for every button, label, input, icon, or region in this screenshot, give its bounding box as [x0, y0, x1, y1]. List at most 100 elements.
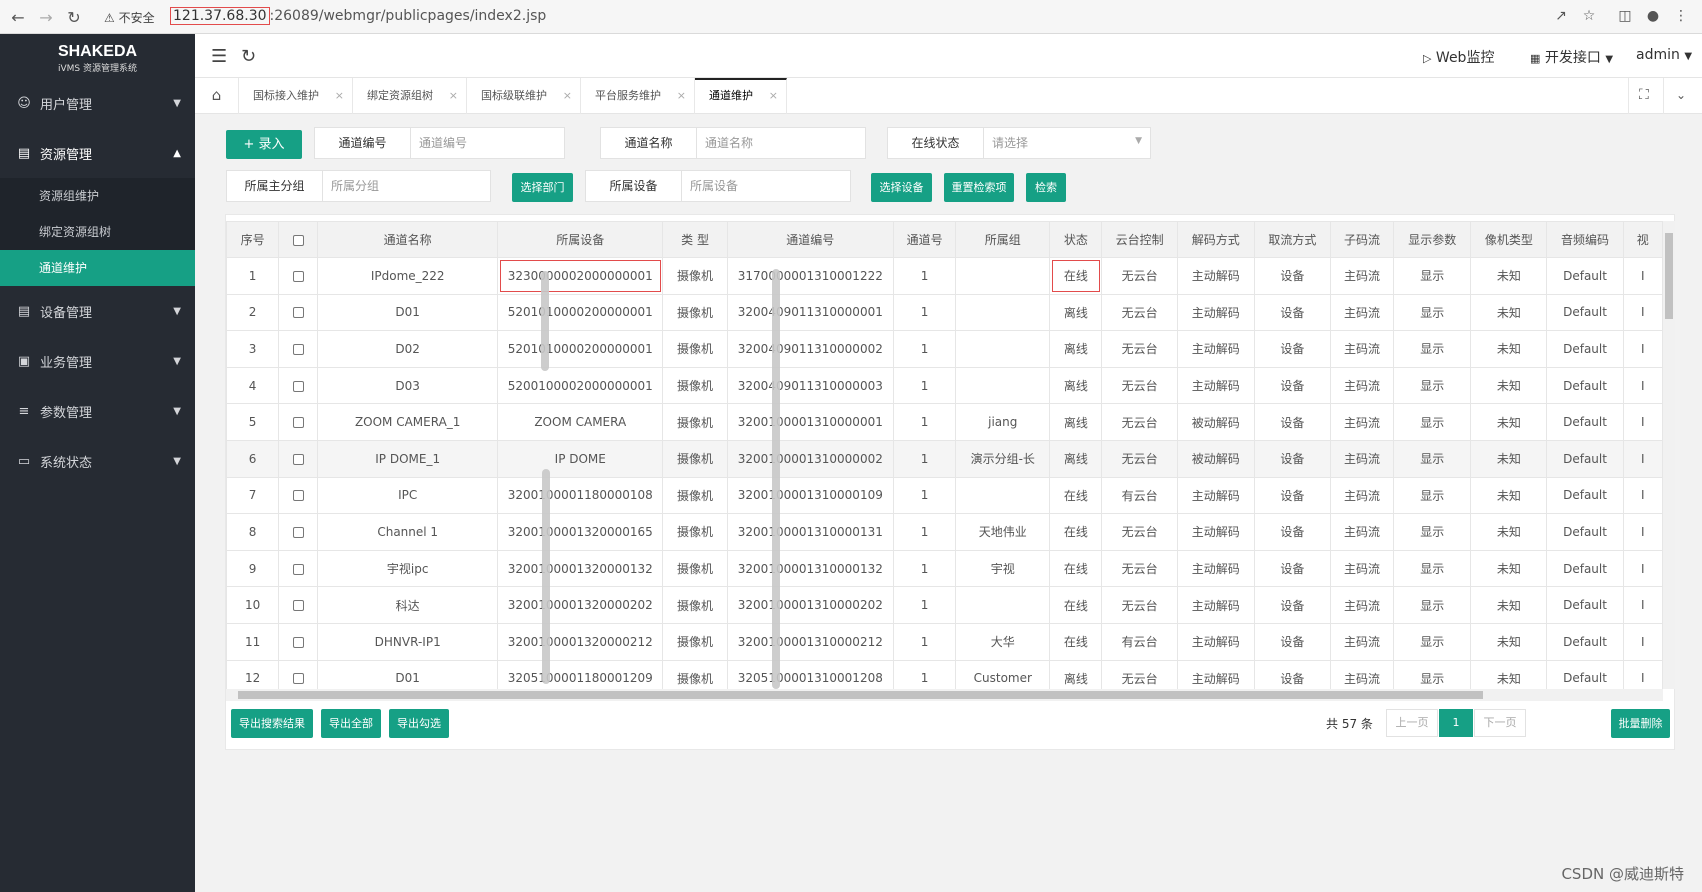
scroll-thumb[interactable]: [1665, 233, 1673, 319]
refresh-icon[interactable]: ↻: [241, 46, 256, 67]
checkbox[interactable]: [292, 526, 304, 538]
chevron-down-icon[interactable]: ⌄: [1664, 78, 1702, 114]
row-checkbox[interactable]: [278, 330, 319, 368]
fullscreen-icon[interactable]: ⛶: [1628, 78, 1664, 114]
table-row[interactable]: 6 IP DOME_1 IP DOME 摄像机 3200100001310000002 1…: [226, 439, 1663, 478]
checkbox[interactable]: [292, 380, 304, 392]
channel-name-input[interactable]: 通道名称: [697, 128, 865, 158]
close-icon[interactable]: ×: [449, 78, 458, 113]
arrow-left-icon[interactable]: ←: [8, 7, 28, 27]
reset-button[interactable]: 重置检索项: [944, 173, 1014, 202]
table-row[interactable]: 7 IPC 3200100001180000108 摄像机 32001000013100…: [226, 476, 1663, 515]
table-row[interactable]: 11 DHNVR-IP1 3200100001320000212 摄像机 3200100…: [226, 622, 1663, 661]
table-row[interactable]: 4 D03 5200100002000000001 摄像机 32004090113100…: [226, 366, 1663, 405]
checkbox[interactable]: [292, 343, 304, 355]
close-icon[interactable]: ×: [677, 78, 686, 113]
vertical-scrollbar[interactable]: [1663, 221, 1675, 689]
row-checkbox[interactable]: [278, 476, 319, 515]
channel-no-input[interactable]: 通道编号: [411, 128, 564, 158]
select-all-checkbox[interactable]: [278, 221, 319, 258]
row-checkbox[interactable]: [278, 366, 319, 405]
checkbox[interactable]: [292, 417, 304, 429]
close-icon[interactable]: ×: [769, 80, 778, 111]
tab-channel[interactable]: 通道维护 ×: [695, 78, 787, 114]
checkbox[interactable]: [292, 490, 304, 502]
batch-delete-button[interactable]: 批量删除: [1611, 709, 1670, 738]
row-checkbox[interactable]: [278, 586, 319, 624]
online-status-select[interactable]: 请选择: [984, 128, 1150, 158]
group-input[interactable]: 所属分组: [323, 171, 490, 201]
table-row[interactable]: 9 宇视ipc 3200100001320000132 摄像机 320010000131…: [226, 549, 1663, 588]
table-cell: 3200409011310000001: [726, 293, 895, 332]
table-row[interactable]: 1 IPdome_222 3230000002000000001 摄像机 3170000…: [226, 257, 1663, 295]
address-bar[interactable]: 121.37.68.30:26089/webmgr/publicpages/in…: [170, 7, 546, 25]
add-button[interactable]: + 录入: [226, 130, 302, 159]
sidepanel-icon[interactable]: ◫: [1616, 8, 1634, 26]
select-device-button[interactable]: 选择设备: [871, 173, 932, 202]
select-dept-button[interactable]: 选择部门: [512, 173, 573, 202]
tab-bind-tree[interactable]: 绑定资源组树 ×: [353, 78, 467, 114]
search-button[interactable]: 检索: [1026, 173, 1066, 202]
export-checked-button[interactable]: 导出勾选: [389, 709, 449, 738]
reload-icon[interactable]: ↻: [64, 7, 84, 27]
more-icon[interactable]: ⋮: [1672, 8, 1690, 26]
checkbox[interactable]: [292, 563, 304, 575]
export-all-button[interactable]: 导出全部: [321, 709, 381, 738]
menu-icon[interactable]: ☰: [211, 46, 227, 67]
home-icon[interactable]: ⌂: [195, 78, 239, 114]
row-checkbox[interactable]: [278, 622, 319, 661]
horizontal-scrollbar[interactable]: [226, 689, 1663, 701]
row-checkbox[interactable]: [278, 403, 319, 441]
sidebar-item-params[interactable]: ≡ 参数管理 ▼: [0, 386, 195, 436]
sidebar-item-user[interactable]: ☺ 用户管理 ▼: [0, 78, 195, 128]
checkbox[interactable]: [292, 636, 304, 648]
checkbox[interactable]: [292, 673, 304, 685]
sidebar-sub-channel[interactable]: 通道维护: [0, 250, 195, 286]
checkbox[interactable]: [292, 600, 304, 612]
table-row[interactable]: 5 ZOOM CAMERA_1 ZOOM CAMERA 摄像机 320010000131…: [226, 403, 1663, 441]
row-checkbox[interactable]: [278, 513, 319, 551]
table-cell: 未知: [1470, 257, 1548, 295]
tab-platform-service[interactable]: 平台服务维护 ×: [581, 78, 695, 114]
star-icon[interactable]: ☆: [1580, 8, 1598, 26]
device-input[interactable]: 所属设备: [682, 171, 850, 201]
sidebar-item-device[interactable]: ▤ 设备管理 ▼: [0, 286, 195, 336]
table-row[interactable]: 10 科达 3200100001320000202 摄像机 32001000013100…: [226, 586, 1663, 624]
row-checkbox[interactable]: [278, 439, 319, 478]
arrow-right-icon[interactable]: →: [36, 7, 56, 27]
export-search-button[interactable]: 导出搜索结果: [231, 709, 313, 738]
sidebar-item-resource[interactable]: ▤ 资源管理 ▲: [0, 128, 195, 178]
row-checkbox[interactable]: [278, 549, 319, 588]
next-page-button[interactable]: 下一页: [1474, 709, 1526, 737]
tab-gb-access[interactable]: 国标接入维护 ×: [239, 78, 353, 114]
table-row[interactable]: 2 D01 5201010000200000001 摄像机 32004090113100…: [226, 293, 1663, 332]
table-row[interactable]: 3 D02 5201010000200000001 摄像机 32004090113100…: [226, 330, 1663, 368]
security-warning[interactable]: ⚠ 不安全: [104, 9, 155, 26]
row-checkbox[interactable]: [278, 257, 319, 295]
web-monitor-link[interactable]: ▷ Web监控: [1423, 47, 1494, 67]
table-row[interactable]: 12 D01 3205100001180001209 摄像机 3205100001310…: [226, 659, 1663, 689]
user-menu[interactable]: admin ▼: [1636, 47, 1692, 63]
row-checkbox[interactable]: [278, 659, 319, 689]
close-icon[interactable]: ×: [563, 78, 572, 113]
checkbox[interactable]: [292, 270, 304, 282]
table-scroll-area[interactable]: 序号 通道名称 所属设备类 型通道编号 通道号 所属组 状态 云台控制 解码方式 取流方式 子码流…: [226, 221, 1663, 689]
sidebar-item-business[interactable]: ▣ 业务管理 ▼: [0, 336, 195, 386]
sidebar-sub-bind-tree[interactable]: 绑定资源组树: [0, 214, 195, 250]
checkbox[interactable]: [292, 307, 304, 319]
sidebar-item-status[interactable]: ▭ 系统状态 ▼: [0, 436, 195, 486]
scroll-thumb[interactable]: [238, 691, 1483, 699]
prev-page-button[interactable]: 上一页: [1386, 709, 1438, 737]
profile-icon[interactable]: ●: [1644, 8, 1662, 26]
close-icon[interactable]: ×: [335, 78, 344, 113]
page-1-button[interactable]: 1: [1439, 709, 1473, 737]
sidebar-sub-resource-group[interactable]: 资源组维护: [0, 178, 195, 214]
checkbox[interactable]: [292, 453, 304, 465]
table-row[interactable]: 8 Channel 1 3200100001320000165 摄像机 32001000…: [226, 513, 1663, 551]
share-icon[interactable]: ↗: [1552, 8, 1570, 26]
table-cell: 未知: [1470, 513, 1548, 551]
dev-interface-menu[interactable]: ▦ 开发接口 ▼: [1530, 47, 1613, 67]
row-checkbox[interactable]: [278, 293, 319, 332]
tab-gb-cascade[interactable]: 国标级联维护 ×: [467, 78, 581, 114]
checkbox[interactable]: [292, 234, 304, 246]
